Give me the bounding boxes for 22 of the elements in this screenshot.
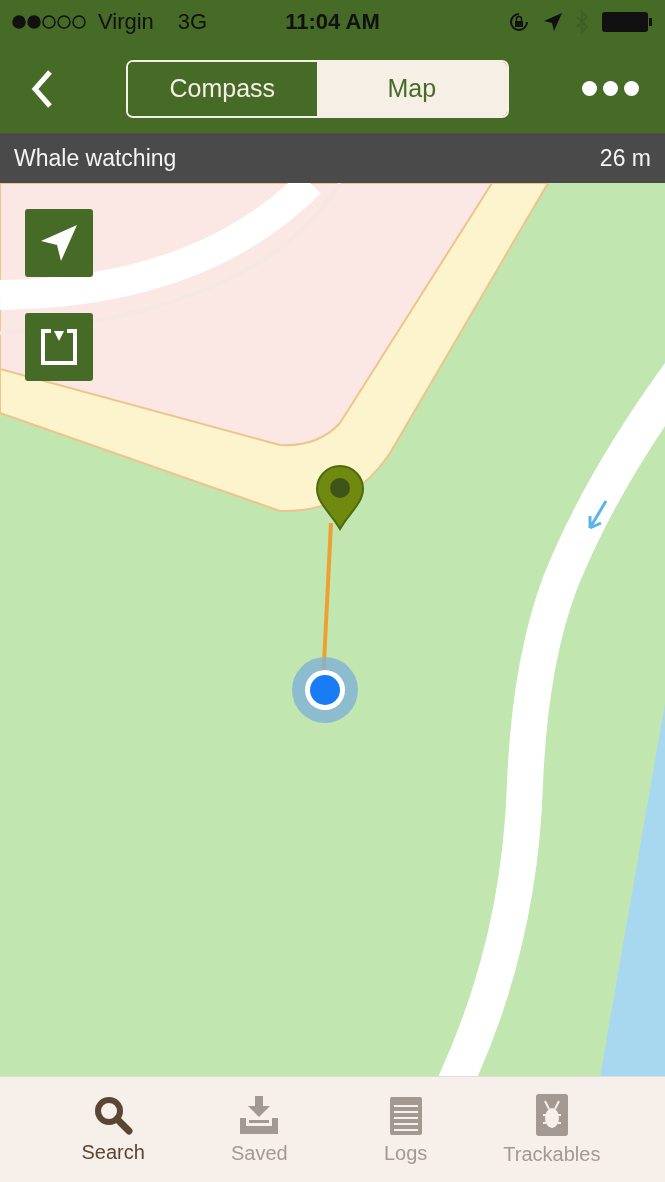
location-arrow-icon [543, 12, 563, 32]
clock-time: 11:04 AM [285, 9, 380, 35]
map-type-button[interactable] [25, 313, 93, 381]
chevron-left-icon [30, 68, 54, 109]
tab-bar-item[interactable]: Search [40, 1077, 187, 1182]
location-dot [291, 656, 359, 724]
carrier-name: Virgin [98, 9, 154, 35]
signal-dots-icon [12, 15, 88, 29]
download-tray-icon [238, 1094, 281, 1136]
notepad-icon [388, 1094, 423, 1136]
battery-icon [601, 11, 653, 33]
search-icon [93, 1095, 134, 1135]
segment-tab[interactable]: Map [317, 61, 507, 116]
recenter-button[interactable] [25, 209, 93, 277]
rotation-lock-icon [507, 10, 531, 34]
beetle-icon [534, 1093, 569, 1137]
network-type: 3G [177, 9, 208, 35]
map-pin-icon [315, 465, 365, 531]
bracket-marker-icon [39, 327, 79, 367]
distance-label: 26 m [599, 144, 651, 172]
geocache-title: Whale watching [14, 144, 177, 172]
navigation-arrow-icon [39, 223, 79, 263]
